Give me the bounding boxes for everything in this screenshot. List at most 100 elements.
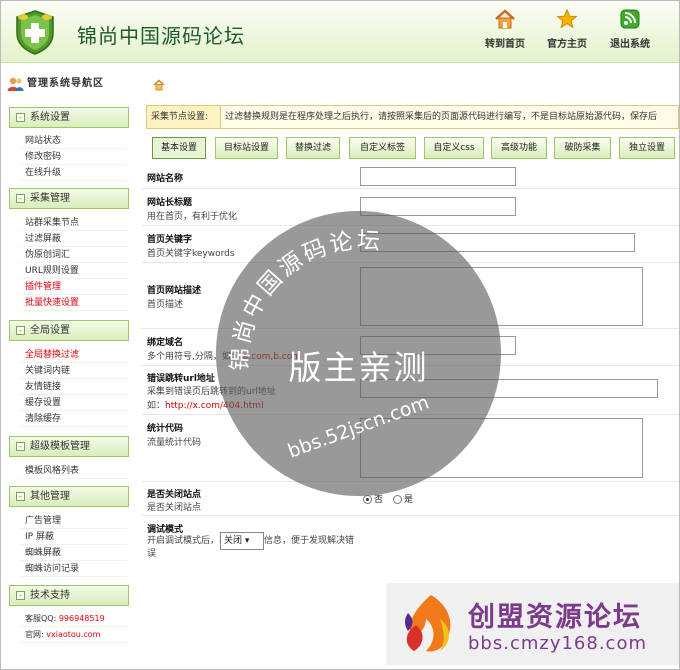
keywords-input[interactable]	[360, 233, 635, 252]
error-redirect-example: 如：http://x.com/404.html	[147, 398, 264, 411]
chevron-down-icon: ▾	[244, 536, 250, 546]
support-qq-value[interactable]: 996948519	[59, 614, 105, 623]
sidebar-group-templates[interactable]: - 超级模板管理	[9, 436, 129, 457]
site-name-input[interactable]	[360, 167, 516, 186]
stats-code-textarea[interactable]	[360, 418, 643, 478]
expand-icon: -	[16, 441, 25, 451]
support-qq: 客服QQ: 996948519	[19, 611, 127, 627]
long-title-input[interactable]	[360, 197, 516, 216]
debug-mode-value: 关闭	[224, 536, 243, 546]
tab-standalone[interactable]: 独立设置	[619, 137, 675, 159]
bind-domain-input[interactable]	[360, 336, 516, 355]
config-label: 采集节点设置:	[147, 106, 221, 128]
nav-logout-label: 退出系统	[610, 39, 650, 50]
group-label: 全局设置	[30, 325, 70, 336]
form-row-long-title: 网站长标题 用在首页，有利于优化	[141, 190, 679, 226]
breadcrumb-home-icon[interactable]	[153, 79, 165, 91]
sidebar-item-keyword-links[interactable]: 关键词内链	[19, 363, 127, 379]
stats-code-label: 统计代码	[147, 424, 184, 434]
bind-domain-example: a.com,b.com	[242, 352, 302, 362]
sidebar-item-batch-settings[interactable]: 批量快速设置	[19, 295, 127, 311]
sidebar-item-global-replace[interactable]: 全局替换过滤	[19, 347, 127, 363]
sidebar-item-spider-block[interactable]: 蜘蛛屏蔽	[19, 545, 127, 561]
tab-bypass-collect[interactable]: 破防采集	[554, 137, 611, 159]
close-site-yes-radio[interactable]: 是	[393, 492, 413, 505]
promo-url: bbs.cmzy168.com	[468, 633, 648, 654]
support-qq-label: 客服QQ:	[25, 614, 57, 623]
flame-logo-icon	[405, 595, 451, 652]
sidebar-group-support[interactable]: - 技术支持	[9, 585, 129, 606]
sidebar-item-online-upgrade[interactable]: 在线升级	[19, 165, 127, 181]
promo-title: 创盟资源论坛	[468, 602, 642, 633]
group-label: 其他管理	[30, 491, 70, 502]
bind-domain-label: 绑定域名	[147, 338, 184, 348]
admin-window: 锦尚中国源码论坛 转到首页 官方主页 退出系统 管理系统导航区 - 系统设置 网…	[0, 0, 680, 670]
error-redirect-example-prefix: 如：	[147, 401, 166, 411]
site-name-label: 网站名称	[147, 174, 184, 184]
sidebar-item-url-rules[interactable]: URL规则设置	[19, 263, 127, 279]
support-site: 官网: vxiaotou.com	[19, 627, 127, 643]
tab-custom-tags[interactable]: 自定义标签	[349, 137, 416, 159]
description-textarea[interactable]	[360, 267, 643, 326]
sidebar-item-friend-links[interactable]: 友情链接	[19, 379, 127, 395]
form-row-site-name: 网站名称	[141, 165, 679, 189]
nav-home-link[interactable]: 转到首页	[473, 9, 537, 50]
radio-unselected-icon	[393, 495, 402, 504]
error-redirect-desc: 采集到错误页后跳转到的url地址	[147, 387, 276, 397]
header-bar: 锦尚中国源码论坛 转到首页 官方主页 退出系统	[1, 1, 679, 63]
support-site-label: 官网:	[25, 630, 44, 639]
sidebar-item-ip-block[interactable]: IP 屏蔽	[19, 529, 127, 545]
description-label: 首页网站描述	[147, 286, 202, 296]
debug-mode-select[interactable]: 关闭 ▾	[220, 532, 264, 550]
group-label: 系统设置	[30, 112, 70, 123]
form-row-error-redirect: 错误跳转url地址 采集到错误页后跳转到的url地址 如：http://x.co…	[141, 367, 679, 415]
error-redirect-example-url: http://x.com/404.html	[165, 401, 264, 411]
sidebar-item-ads[interactable]: 广告管理	[19, 513, 127, 529]
sidebar-item-plugins[interactable]: 插件管理	[19, 279, 127, 295]
tab-replace-filter[interactable]: 替换过滤	[286, 137, 340, 159]
site-title: 锦尚中国源码论坛	[77, 24, 245, 48]
description-desc: 首页描述	[147, 300, 184, 310]
sidebar-group-collect[interactable]: - 采集管理	[9, 188, 129, 209]
promo-banner[interactable]: 创盟资源论坛 bbs.cmzy168.com	[386, 583, 679, 665]
tab-custom-css[interactable]: 自定义css	[424, 137, 484, 159]
sidebar-group-global[interactable]: - 全局设置	[9, 320, 129, 341]
nav-official-link[interactable]: 官方主页	[535, 9, 599, 50]
close-site-no-radio[interactable]: 否	[363, 492, 383, 505]
group-label: 技术支持	[30, 590, 70, 601]
support-site-value[interactable]: vxiaotou.com	[46, 630, 100, 639]
form-row-stats-code: 统计代码 流量统计代码	[141, 416, 679, 482]
tab-target-site[interactable]: 目标站设置	[215, 137, 278, 159]
sidebar-item-site-status[interactable]: 网站状态	[19, 133, 127, 149]
sidebar-group-other[interactable]: - 其他管理	[9, 486, 129, 507]
error-redirect-label: 错误跳转url地址	[147, 374, 215, 384]
nav-logout-link[interactable]: 退出系统	[598, 9, 662, 50]
star-icon	[556, 9, 578, 29]
close-site-desc: 是否关闭站点	[147, 503, 202, 513]
form-row-bind-domain: 绑定域名 多个用符号,分隔，如： a.com,b.com	[141, 330, 679, 366]
error-redirect-input[interactable]	[360, 379, 658, 398]
home-icon	[495, 9, 515, 29]
group-label: 超级模板管理	[30, 441, 90, 452]
sidebar-item-change-password[interactable]: 修改密码	[19, 149, 127, 165]
close-site-yes-label: 是	[404, 495, 414, 505]
sidebar-item-cache-settings[interactable]: 缓存设置	[19, 395, 127, 411]
expand-icon: -	[16, 590, 25, 600]
sidebar-item-pseudo-original[interactable]: 伪原创词汇	[19, 247, 127, 263]
form-row-description: 首页网站描述 首页描述	[141, 264, 679, 329]
sidebar-item-collect-nodes[interactable]: 站群采集节点	[19, 215, 127, 231]
tab-basic[interactable]: 基本设置	[152, 137, 206, 159]
sidebar-group-system[interactable]: - 系统设置	[9, 107, 129, 128]
keywords-label: 首页关键字	[147, 235, 193, 245]
shield-plus-logo-icon	[16, 10, 54, 55]
config-notice-text: 过滤替换规则是在程序处理之后执行，请按照采集后的页面源代码进行编写，不是目标站原…	[225, 112, 658, 122]
sidebar-heading: 管理系统导航区	[27, 78, 104, 89]
nav-home-label: 转到首页	[485, 39, 525, 50]
bind-domain-desc-text: 多个用符号,分隔，如：	[147, 352, 240, 362]
sidebar-item-filter-block[interactable]: 过滤屏蔽	[19, 231, 127, 247]
tab-advanced[interactable]: 高级功能	[491, 137, 547, 159]
sidebar-item-clear-cache[interactable]: 清除缓存	[19, 411, 127, 427]
sidebar-item-spider-log[interactable]: 蜘蛛访问记录	[19, 561, 127, 577]
close-site-label: 是否关闭站点	[147, 490, 202, 500]
sidebar-item-template-list[interactable]: 模板风格列表	[19, 463, 127, 479]
